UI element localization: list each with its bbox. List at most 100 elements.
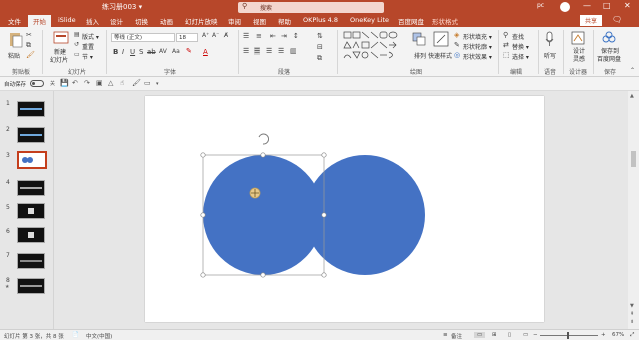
zoom-slider[interactable] — [540, 335, 598, 336]
arrange-icon[interactable] — [412, 32, 426, 46]
next-slide-icon[interactable]: ⇟ — [630, 319, 634, 325]
tab-home[interactable]: 开始 — [28, 15, 51, 27]
tab-slideshow[interactable]: 幻灯片放映 — [185, 16, 218, 26]
smartart-icon[interactable]: ⧉ — [317, 54, 322, 63]
slide-thumbnail-1[interactable] — [17, 101, 45, 117]
text-box-icon[interactable]: ▭ — [144, 79, 151, 87]
rotate-handle-icon[interactable] — [258, 133, 270, 145]
shapes-icon[interactable]: △ — [108, 79, 113, 87]
section-button[interactable]: 节 ▾ — [82, 52, 93, 61]
slideshow-start-icon[interactable]: ▣ — [96, 79, 103, 87]
format-painter-icon[interactable]: 🖌 — [26, 51, 35, 59]
resize-handle[interactable] — [321, 272, 327, 278]
tab-file[interactable]: 文件 — [8, 16, 21, 26]
text-direction-icon[interactable]: ⇅ — [317, 32, 323, 40]
tab-insert[interactable]: 插入 — [86, 16, 99, 26]
tab-transitions[interactable]: 切换 — [135, 16, 148, 26]
redo-icon[interactable]: ↷ — [84, 79, 90, 87]
shape-fill-button[interactable]: 形状填充 ▾ — [463, 32, 492, 41]
undo-icon[interactable]: ↶ — [72, 79, 78, 87]
find-button[interactable]: 查找 — [512, 32, 524, 41]
clear-format-icon[interactable]: A̸ — [224, 32, 228, 39]
justify-icon[interactable]: ☰ — [278, 47, 284, 55]
quick-styles-icon[interactable] — [433, 31, 449, 47]
layout-button[interactable]: 版式 ▾ — [82, 32, 99, 41]
slide-thumbnail-4[interactable] — [17, 180, 45, 196]
tab-design[interactable]: 设计 — [110, 16, 123, 26]
char-spacing-icon[interactable]: AV — [159, 48, 167, 55]
customize-toolbar-icon[interactable]: ▾ — [156, 81, 159, 87]
avatar[interactable] — [560, 2, 570, 12]
bold-icon[interactable]: B — [113, 48, 118, 56]
resize-handle[interactable] — [260, 152, 266, 158]
resize-handle[interactable] — [321, 212, 327, 218]
autosave-toggle[interactable] — [30, 80, 44, 87]
touch-mode-icon[interactable]: ☝ — [120, 79, 124, 87]
decrease-indent-icon[interactable]: ⇤ — [270, 32, 276, 40]
dictate-label[interactable]: 听写 — [544, 51, 556, 60]
new-slide-icon[interactable] — [53, 31, 69, 45]
tab-help[interactable]: 帮助 — [278, 16, 291, 26]
save-baidu-label-2[interactable]: 百度网盘 — [597, 54, 621, 63]
tab-onekey[interactable]: OneKey Lite — [350, 16, 389, 24]
align-right-icon[interactable]: ☰ — [266, 47, 272, 55]
notes-button[interactable]: 备注 — [451, 332, 462, 340]
shape-outline-icon[interactable]: ✎ — [454, 41, 460, 49]
copy-icon[interactable]: ⧉ — [26, 41, 31, 50]
shape-effects-icon[interactable]: ◎ — [454, 51, 460, 59]
slide-thumbnail-7[interactable] — [17, 253, 45, 269]
slide-thumbnail-6[interactable] — [17, 227, 45, 243]
tab-baidu[interactable]: 百度网盘 — [398, 16, 424, 26]
italic-icon[interactable]: I — [122, 48, 124, 56]
zoom-slider-knob[interactable] — [567, 332, 569, 339]
minimize-button[interactable]: — — [583, 1, 591, 10]
columns-icon[interactable]: ▥ — [290, 47, 297, 55]
paste-label[interactable]: 粘贴 — [8, 51, 20, 60]
shape-effects-button[interactable]: 形状效果 ▾ — [463, 52, 492, 61]
tab-islide[interactable]: iSlide — [58, 16, 76, 24]
decrease-font-icon[interactable]: A⁻ — [212, 32, 219, 39]
shape-outline-button[interactable]: 形状轮廓 ▾ — [463, 42, 492, 51]
save-icon[interactable]: 💾 — [60, 79, 69, 87]
replace-icon[interactable]: ⇄ — [503, 41, 509, 49]
design-ideas-label-2[interactable]: 灵感 — [573, 54, 585, 63]
document-title[interactable]: 练习册003 ▾ — [102, 2, 142, 12]
replace-button[interactable]: 替换 ▾ — [512, 42, 529, 51]
line-spacing-icon[interactable]: ↕ — [293, 32, 299, 40]
user-name[interactable]: pc — [537, 2, 544, 9]
font-color-icon[interactable]: A — [203, 48, 208, 56]
numbering-icon[interactable]: ≡ — [256, 32, 262, 40]
resize-handle[interactable] — [321, 152, 327, 158]
increase-font-icon[interactable]: A⁺ — [202, 32, 209, 39]
zoom-in-icon[interactable]: + — [601, 332, 606, 338]
collapse-ribbon-icon[interactable]: ⌃ — [630, 67, 635, 74]
zoom-out-icon[interactable]: − — [533, 332, 538, 338]
align-left-icon[interactable]: ☰ — [243, 47, 249, 55]
scrollbar-thumb[interactable] — [631, 151, 636, 167]
language-indicator[interactable]: 中文(中国) — [86, 332, 112, 340]
slide-canvas[interactable] — [145, 96, 544, 322]
slide-thumbnail-2[interactable] — [17, 127, 45, 143]
paste-icon[interactable] — [8, 31, 24, 49]
share-button[interactable]: 共享 — [580, 15, 602, 26]
bullets-icon[interactable]: ☰ — [243, 32, 249, 40]
shape-fill-icon[interactable]: ◈ — [454, 31, 459, 39]
shadow-icon[interactable]: S — [139, 48, 143, 56]
normal-view-icon[interactable]: ▭ — [474, 332, 486, 338]
increase-indent-icon[interactable]: ⇥ — [281, 32, 287, 40]
scroll-down-icon[interactable]: ▼ — [630, 303, 634, 309]
highlight-icon[interactable]: ✎ — [186, 47, 192, 55]
resize-handle[interactable] — [200, 152, 206, 158]
align-center-icon[interactable]: ☰ — [254, 47, 261, 55]
microphone-icon[interactable] — [545, 31, 555, 47]
fit-slide-icon[interactable]: ⤢ — [630, 332, 634, 339]
notes-icon[interactable]: ≡ — [443, 332, 448, 338]
tab-view[interactable]: 视图 — [253, 16, 266, 26]
resize-handle[interactable] — [200, 212, 206, 218]
slide-thumbnail-3[interactable] — [17, 151, 47, 169]
slide-sorter-icon[interactable]: ⊞ — [492, 332, 497, 338]
underline-icon[interactable]: U — [130, 48, 135, 56]
spellcheck-icon[interactable]: 📄 — [72, 332, 79, 338]
zoom-level[interactable]: 67% — [612, 332, 624, 338]
resize-handle[interactable] — [200, 272, 206, 278]
